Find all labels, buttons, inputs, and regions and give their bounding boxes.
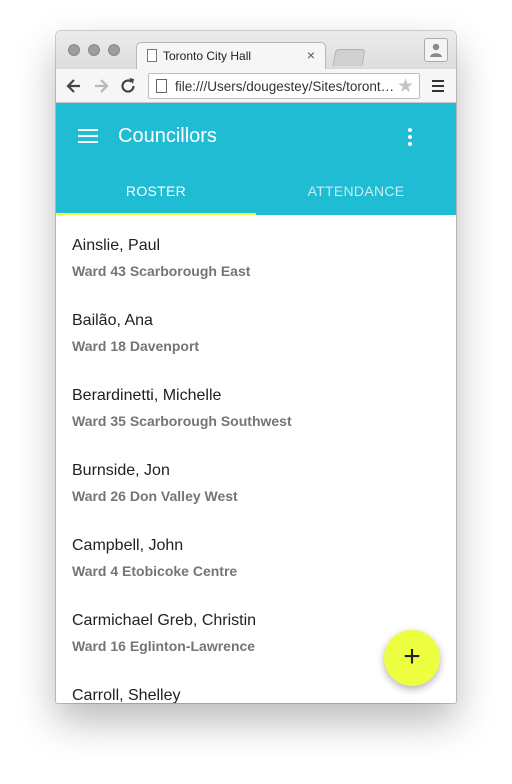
list-item[interactable]: Carroll, Shelley <box>72 665 432 703</box>
page-title: Councillors <box>118 125 217 147</box>
page-icon <box>156 79 167 93</box>
new-tab-button[interactable] <box>332 49 366 66</box>
list-item[interactable]: Berardinetti, Michelle Ward 35 Scarborou… <box>72 365 432 440</box>
person-icon <box>430 43 442 57</box>
reload-icon[interactable] <box>118 76 138 96</box>
list-item[interactable]: Ainslie, Paul Ward 43 Scarborough East <box>72 215 432 290</box>
councillor-name: Ainslie, Paul <box>72 237 161 254</box>
browser-toolbar: file:///Users/dougestey/Sites/toronto-ci… <box>56 69 456 103</box>
councillor-name: Berardinetti, Michelle <box>72 387 222 404</box>
tab-close-icon[interactable]: × <box>307 47 315 63</box>
councillor-ward: Ward 26 Don Valley West <box>72 488 238 504</box>
menu-icon[interactable] <box>78 129 98 147</box>
address-bar[interactable]: file:///Users/dougestey/Sites/toronto-ci… <box>148 73 420 99</box>
councillor-ward: Ward 4 Etobicoke Centre <box>72 563 238 579</box>
list-item[interactable]: Carmichael Greb, Christin Ward 16 Eglint… <box>72 590 432 665</box>
document-icon <box>147 49 157 62</box>
more-options-icon[interactable] <box>408 128 412 149</box>
browser-tab-title: Toronto City Hall <box>163 49 252 63</box>
tab-roster[interactable]: ROSTER <box>56 183 256 199</box>
back-arrow-icon[interactable] <box>64 76 84 96</box>
app-bar: Councillors ROSTER ATTENDANCE <box>56 103 456 215</box>
councillor-name: Burnside, Jon <box>72 462 170 479</box>
list-item[interactable]: Burnside, Jon Ward 26 Don Valley West <box>72 440 432 515</box>
close-window-button[interactable] <box>68 44 80 56</box>
councillor-name: Bailão, Ana <box>72 312 153 329</box>
councillor-ward: Ward 18 Davenport <box>72 338 200 354</box>
browser-window: Toronto City Hall × file:///Users/douges… <box>56 31 456 703</box>
list-item[interactable]: Campbell, John Ward 4 Etobicoke Centre <box>72 515 432 590</box>
browser-menu-icon[interactable] <box>432 80 444 95</box>
councillor-name: Carmichael Greb, Christin <box>72 612 257 629</box>
councillor-ward: Ward 43 Scarborough East <box>72 263 251 279</box>
browser-tab[interactable]: Toronto City Hall × <box>136 42 326 69</box>
minimize-window-button[interactable] <box>88 44 100 56</box>
list-item[interactable]: Bailão, Ana Ward 18 Davenport <box>72 290 432 365</box>
bookmark-star-icon[interactable]: ★ <box>397 75 414 98</box>
councillor-list: Ainslie, Paul Ward 43 Scarborough East B… <box>56 215 456 703</box>
forward-arrow-icon[interactable] <box>91 76 111 96</box>
councillor-name: Carroll, Shelley <box>72 687 181 703</box>
profile-button[interactable] <box>424 38 448 62</box>
zoom-window-button[interactable] <box>108 44 120 56</box>
councillor-ward: Ward 35 Scarborough Southwest <box>72 413 292 429</box>
councillor-name: Campbell, John <box>72 537 184 554</box>
add-button[interactable]: + <box>384 630 440 686</box>
councillor-ward: Ward 16 Eglinton-Lawrence <box>72 638 256 654</box>
url-text[interactable]: file:///Users/dougestey/Sites/toronto-ci… <box>175 79 395 94</box>
browser-titlebar: Toronto City Hall × <box>56 31 456 69</box>
tab-attendance[interactable]: ATTENDANCE <box>256 183 456 199</box>
